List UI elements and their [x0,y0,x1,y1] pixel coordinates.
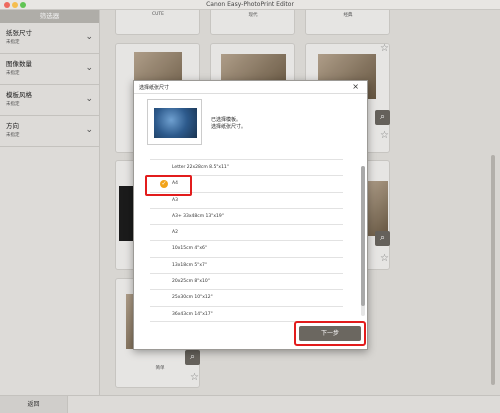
paper-option[interactable]: Letter 22x28cm 8.5"x11" [150,159,343,175]
paper-option-label: Letter 22x28cm 8.5"x11" [172,165,229,170]
window-title: Canon Easy-PhotoPrint Editor [206,1,294,8]
paper-option-label: A3+ 33x48cm 13"x19" [172,213,224,219]
paper-option[interactable]: 25x30cm 10"x12" [150,289,343,305]
dialog-divider [134,93,367,94]
dialog-scrollbar-thumb[interactable] [361,166,365,306]
selection-highlight [145,175,192,196]
paper-option-label: 25x30cm 10"x12" [172,295,213,301]
paper-option[interactable]: 36x43cm 14"x17" [150,305,343,322]
instruction-line: 选择纸张尺寸。 [211,124,247,130]
paper-option-label: 36x43cm 14"x17" [172,311,213,317]
next-button-highlight: 下一步 [294,321,366,346]
close-icon[interactable]: × [352,82,359,91]
paper-option[interactable]: 13x18cm 5"x7" [150,256,343,273]
paper-option-label: A2 [172,230,178,236]
dialog-instruction: 已选择模板。 选择纸张尺寸。 [211,117,246,131]
paper-option[interactable]: 10x15cm 4"x6" [150,240,343,256]
next-button[interactable]: 下一步 [299,326,361,341]
dialog-scrollbar[interactable] [361,166,365,316]
paper-option[interactable]: A2 [150,224,343,240]
paper-size-dialog: 选择纸张尺寸 × 已选择模板。 选择纸张尺寸。 Letter 22x28cm 8… [133,80,368,350]
paper-option[interactable]: A3+ 33x48cm 13"x19" [150,207,343,224]
template-preview [147,99,202,145]
paper-option-label: A3 [172,197,178,203]
instruction-line: 已选择模板。 [211,117,242,123]
paper-option-label: 13x18cm 5"x7" [172,262,207,268]
paper-option-label: 20x25cm 8"x10" [172,279,210,285]
window-titlebar: Canon Easy-PhotoPrint Editor [0,0,500,10]
preview-image [154,108,197,138]
paper-option-label: 10x15cm 4"x6" [172,246,207,252]
dialog-title: 选择纸张尺寸 [139,85,170,91]
paper-option[interactable]: 20x25cm 8"x10" [150,273,343,289]
